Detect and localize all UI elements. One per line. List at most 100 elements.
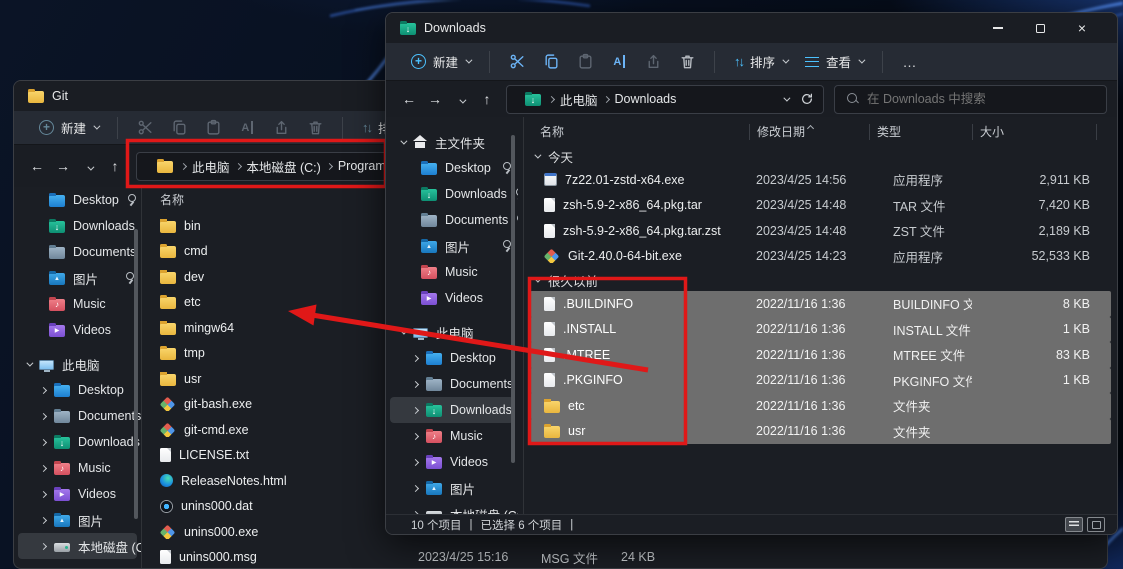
sort-button[interactable]: ↑↓ 排序 — [725, 47, 796, 77]
share-icon[interactable] — [636, 53, 670, 70]
address-dropdown-icon[interactable] — [783, 94, 790, 101]
copy-icon[interactable] — [534, 53, 568, 70]
back-button[interactable]: ← — [24, 158, 50, 174]
sidebar-drive-item[interactable]: Desktop — [390, 345, 514, 371]
sidebar-scrollbar[interactable] — [134, 229, 138, 519]
sidebar-pinned-item[interactable]: Downloads — [18, 213, 137, 239]
sidebar-item-this-pc[interactable]: 此电脑 — [390, 319, 514, 345]
search-input[interactable] — [867, 92, 1106, 106]
new-button[interactable]: + 新建 — [402, 47, 479, 77]
delete-icon[interactable] — [298, 119, 332, 136]
file-type: 文件夹 — [869, 396, 972, 415]
sidebar-drive-item[interactable]: 图片 — [18, 507, 137, 533]
large-icons-view-button[interactable] — [1087, 517, 1105, 532]
file-row[interactable]: etc 2022/11/16 1:36 文件夹 — [530, 393, 1111, 419]
sidebar-pinned-item[interactable]: Music — [390, 259, 514, 285]
breadcrumb-segment[interactable]: Downloads — [615, 92, 677, 106]
minimize-button[interactable] — [977, 13, 1019, 43]
file-row[interactable]: zsh-5.9-2-x86_64.pkg.tar 2023/4/25 14:48… — [530, 193, 1111, 219]
sidebar-pinned-item[interactable]: 图片 — [390, 233, 514, 259]
forward-button[interactable]: → — [50, 158, 76, 174]
sidebar-pinned-item[interactable]: Downloads — [390, 181, 514, 207]
up-button[interactable]: ↑ — [102, 158, 128, 174]
more-button[interactable]: … — [893, 54, 927, 70]
sidebar-drive-item[interactable]: Documents — [390, 371, 514, 397]
details-view-button[interactable] — [1065, 517, 1083, 532]
sidebar-pinned-item[interactable]: Music — [18, 291, 137, 317]
group-header-today[interactable]: 今天 — [526, 145, 1117, 167]
close-button[interactable]: × — [1061, 13, 1103, 43]
breadcrumb-segment[interactable]: 此电脑 — [192, 157, 230, 176]
column-header-name[interactable]: 名称 — [146, 192, 386, 208]
file-name: cmd — [184, 244, 208, 258]
forward-button[interactable]: → — [422, 91, 448, 107]
recent-locations-button[interactable] — [448, 91, 474, 107]
cut-icon[interactable] — [128, 119, 162, 136]
file-row[interactable]: .MTREE 2022/11/16 1:36 MTREE 文件 83 KB — [530, 342, 1111, 368]
file-row[interactable]: .PKGINFO 2022/11/16 1:36 PKGINFO 文件 1 KB — [530, 368, 1111, 394]
file-row[interactable]: 7z22.01-zstd-x64.exe 2023/4/25 14:56 应用程… — [530, 167, 1111, 193]
sidebar-pinned-item[interactable]: Desktop — [390, 155, 514, 181]
search-box[interactable] — [834, 85, 1107, 114]
breadcrumb-segment[interactable]: 此电脑 — [560, 90, 598, 109]
address-bar[interactable]: 此电脑 Downloads — [506, 85, 824, 114]
sidebar-drive-item[interactable]: Documents — [18, 403, 137, 429]
sidebar-drive-item[interactable]: Desktop — [18, 377, 137, 403]
rename-icon[interactable]: A — [602, 55, 636, 68]
up-button[interactable]: ↑ — [474, 91, 500, 107]
breadcrumb-chevron-icon — [180, 162, 187, 169]
maximize-button[interactable] — [1019, 13, 1061, 43]
sidebar-pinned-item[interactable]: Videos — [18, 317, 137, 343]
sidebar-item-home[interactable]: 主文件夹 — [390, 129, 514, 155]
sidebar-drive-item[interactable]: Videos — [390, 449, 514, 475]
share-icon[interactable] — [264, 119, 298, 136]
recent-locations-button[interactable] — [76, 158, 102, 174]
chevron-right-icon — [412, 458, 419, 465]
file-icon — [544, 249, 560, 263]
sidebar-drive-item[interactable]: 本地磁盘 (C:) — [390, 501, 514, 514]
sidebar-drive-item[interactable]: 本地磁盘 (C:) — [18, 533, 137, 559]
sidebar-scrollbar[interactable] — [511, 135, 515, 463]
delete-icon[interactable] — [670, 53, 704, 70]
sidebar-pinned-item[interactable]: Documents — [18, 239, 137, 265]
new-button[interactable]: + 新建 — [30, 113, 107, 143]
file-row[interactable]: .BUILDINFO 2022/11/16 1:36 BUILDINFO 文件 … — [530, 291, 1111, 317]
paste-icon[interactable] — [196, 119, 230, 136]
folder-icon — [54, 437, 70, 449]
column-header-type[interactable]: 类型 — [869, 124, 972, 140]
paste-icon[interactable] — [568, 53, 602, 70]
sort-arrows-icon: ↑↓ — [362, 120, 371, 135]
file-row[interactable]: zsh-5.9-2-x86_64.pkg.tar.zst 2023/4/25 1… — [530, 218, 1111, 244]
file-name: dev — [184, 270, 204, 284]
file-row[interactable]: .INSTALL 2022/11/16 1:36 INSTALL 文件 1 KB — [530, 317, 1111, 343]
sidebar-drive-item[interactable]: Music — [18, 455, 137, 481]
view-button[interactable]: 查看 — [796, 47, 872, 77]
file-name: zsh-5.9-2-x86_64.pkg.tar — [563, 198, 702, 212]
column-header-date[interactable]: 修改日期 — [749, 124, 869, 140]
back-button[interactable]: ← — [396, 91, 422, 107]
breadcrumb-segment[interactable]: 本地磁盘 (C:) — [247, 157, 321, 176]
sidebar-pinned-item[interactable]: Desktop — [18, 187, 137, 213]
file-row[interactable]: Git-2.40.0-64-bit.exe 2023/4/25 14:23 应用… — [530, 244, 1111, 270]
sidebar-drive-item[interactable]: Downloads — [390, 397, 514, 423]
cut-icon[interactable] — [500, 53, 534, 70]
column-header-size[interactable]: 大小 — [972, 124, 1096, 140]
rename-icon[interactable]: A — [230, 121, 264, 134]
sidebar-pinned-item[interactable]: Videos — [390, 285, 514, 311]
sidebar-drive-item[interactable]: Music — [390, 423, 514, 449]
file-row[interactable]: unins000.msg 2023/4/25 15:16 MSG 文件 24 K… — [146, 545, 1107, 569]
sidebar-pinned-item[interactable]: 图片 — [18, 265, 137, 291]
sidebar-item-this-pc[interactable]: 此电脑 — [18, 351, 137, 377]
file-row[interactable]: usr 2022/11/16 1:36 文件夹 — [530, 419, 1111, 445]
plus-icon: + — [39, 120, 54, 135]
sidebar-drive-item[interactable]: Videos — [18, 481, 137, 507]
sidebar-pinned-item[interactable]: Documents — [390, 207, 514, 233]
chevron-right-icon — [40, 490, 47, 497]
group-header-long-ago[interactable]: 很久以前 — [526, 269, 1117, 291]
sidebar-drive-item[interactable]: Downloads — [18, 429, 137, 455]
sidebar-drive-item[interactable]: 图片 — [390, 475, 514, 501]
column-header-name[interactable]: 名称 — [526, 124, 749, 140]
copy-icon[interactable] — [162, 119, 196, 136]
file-date: 2022/11/16 1:36 — [749, 322, 869, 336]
refresh-icon[interactable] — [800, 92, 814, 106]
